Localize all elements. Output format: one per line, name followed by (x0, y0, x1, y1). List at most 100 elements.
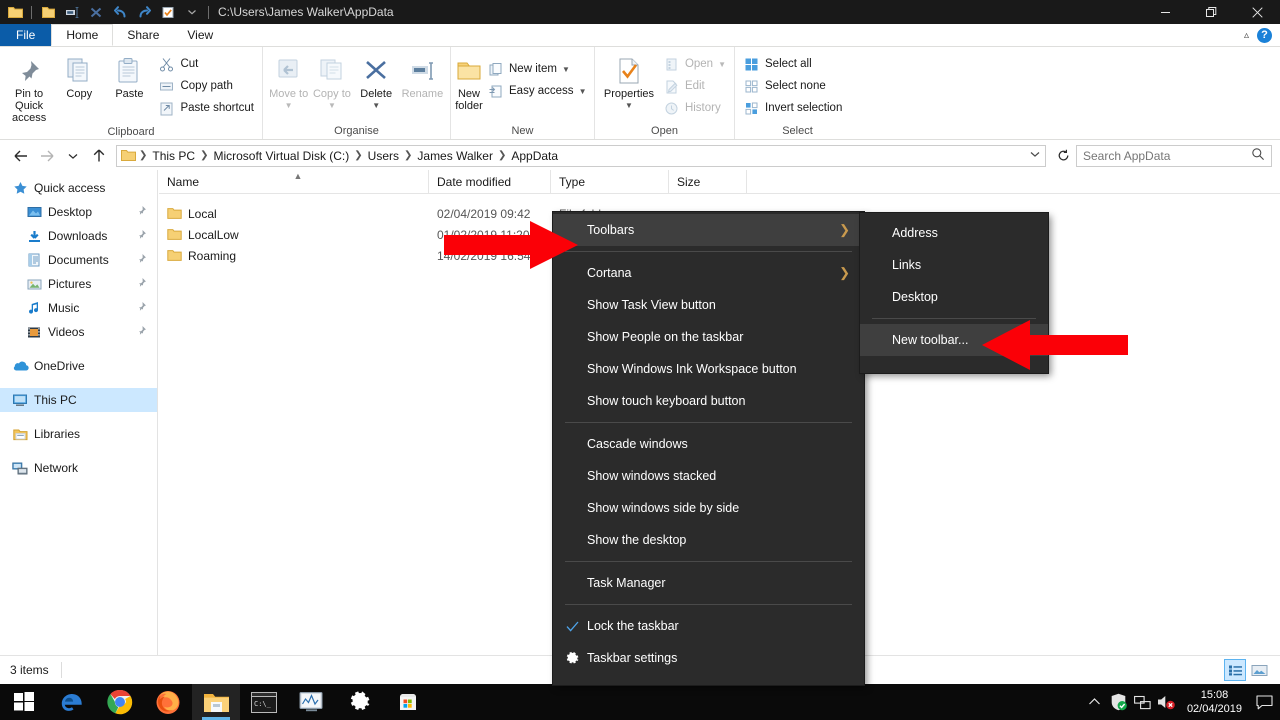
properties-icon[interactable] (37, 1, 59, 23)
rename-button[interactable]: Rename (399, 50, 446, 100)
copy-path-button[interactable]: Copy path (154, 75, 258, 97)
history-button[interactable]: History (659, 97, 730, 119)
forward-button[interactable] (34, 144, 60, 168)
delete-button[interactable]: Delete ▼ (354, 50, 399, 112)
context-menu-item-toolbars[interactable]: Toolbars ❯ (553, 214, 864, 246)
pin-icon[interactable] (136, 301, 147, 315)
paste-shortcut-button[interactable]: Paste shortcut (154, 97, 258, 119)
search-input[interactable]: Search AppData (1076, 145, 1272, 167)
column-header-date-modified[interactable]: Date modified (429, 170, 551, 194)
sidebar-item-desktop[interactable]: Desktop (0, 200, 157, 224)
taskbar-app-chrome[interactable] (96, 684, 144, 720)
context-menu-item-cascade-windows[interactable]: Cascade windows (553, 428, 864, 460)
minimize-button[interactable] (1142, 0, 1188, 24)
tab-file[interactable]: File (0, 24, 51, 46)
taskbar-app-task-manager[interactable] (288, 684, 336, 720)
sidebar-item-libraries[interactable]: Libraries (0, 422, 157, 446)
taskbar-app-microsoft-store[interactable] (384, 684, 432, 720)
sidebar-item-onedrive[interactable]: OneDrive (0, 354, 157, 378)
new-folder-icon[interactable] (61, 1, 83, 23)
copy-button[interactable]: Copy (54, 50, 104, 100)
sidebar-item-this-pc[interactable]: This PC (0, 388, 157, 412)
breadcrumb-this-pc[interactable]: This PC (148, 149, 199, 163)
chevron-down-icon[interactable] (1029, 148, 1041, 163)
chevron-down-icon[interactable]: ▼ (328, 100, 336, 112)
large-icons-view-button[interactable] (1248, 659, 1270, 681)
redo-icon[interactable] (133, 1, 155, 23)
navigation-pane[interactable]: Quick access Desktop Downloads Docume (0, 170, 158, 655)
breadcrumb-james-walker[interactable]: James Walker (413, 149, 497, 163)
taskbar-context-menu[interactable]: Toolbars ❯ Cortana ❯ Show Task View butt… (553, 212, 864, 685)
sidebar-item-music[interactable]: Music (0, 296, 157, 320)
context-menu-item-show-windows-ink-workspace-button[interactable]: Show Windows Ink Workspace button (553, 353, 864, 385)
open-button[interactable]: Open ▼ (659, 53, 730, 75)
sidebar-item-documents[interactable]: Documents (0, 248, 157, 272)
context-menu-item-cortana[interactable]: Cortana ❯ (553, 257, 864, 289)
search-icon[interactable] (1251, 147, 1265, 164)
copy-to-button[interactable]: Copy to ▼ (310, 50, 353, 112)
windows-defender-shield-icon[interactable] (1107, 684, 1131, 720)
taskbar-app-file-explorer[interactable] (192, 684, 240, 720)
taskbar-app-edge[interactable] (48, 684, 96, 720)
clock[interactable]: 15:08 02/04/2019 (1179, 684, 1250, 720)
context-menu-item-lock-the-taskbar[interactable]: Lock the taskbar (553, 610, 864, 642)
column-header-size[interactable]: Size (669, 170, 747, 194)
taskbar-app-settings[interactable] (336, 684, 384, 720)
context-menu-item-show-touch-keyboard-button[interactable]: Show touch keyboard button (553, 385, 864, 417)
paste-button[interactable]: Paste (104, 50, 154, 100)
column-header-name[interactable]: ▲ Name (159, 170, 429, 194)
tab-view[interactable]: View (173, 24, 227, 46)
customize-qat-icon[interactable] (181, 1, 203, 23)
context-menu-item-show-task-view-button[interactable]: Show Task View button (553, 289, 864, 321)
pin-icon[interactable] (136, 253, 147, 267)
pin-icon[interactable] (136, 325, 147, 339)
address-field[interactable]: ❯ This PC ❯ Microsoft Virtual Disk (C:) … (116, 145, 1046, 167)
back-button[interactable] (8, 144, 34, 168)
tab-home[interactable]: Home (51, 24, 113, 46)
restore-button[interactable] (1188, 0, 1234, 24)
help-icon[interactable]: ? (1257, 28, 1272, 43)
context-menu-item-taskbar-settings[interactable]: Taskbar settings (553, 642, 864, 674)
select-all-button[interactable]: Select all (739, 53, 846, 75)
breadcrumb-appdata[interactable]: AppData (507, 149, 562, 163)
submenu-item-links[interactable]: Links (860, 249, 1048, 281)
chevron-down-icon[interactable]: ▼ (285, 100, 293, 112)
sidebar-item-downloads[interactable]: Downloads (0, 224, 157, 248)
properties-button[interactable]: Properties ▼ (599, 50, 659, 112)
sidebar-item-quick-access[interactable]: Quick access (0, 176, 157, 200)
sidebar-item-videos[interactable]: Videos (0, 320, 157, 344)
chevron-down-icon[interactable]: ▼ (625, 100, 633, 112)
cut-button[interactable]: Cut (154, 53, 258, 75)
pin-icon[interactable] (136, 229, 147, 243)
context-menu-item-show-people-on-the-taskbar[interactable]: Show People on the taskbar (553, 321, 864, 353)
submenu-item-address[interactable]: Address (860, 217, 1048, 249)
context-menu-item-show-the-desktop[interactable]: Show the desktop (553, 524, 864, 556)
taskbar[interactable]: C:\_ (0, 684, 1280, 720)
context-menu-item-show-windows-stacked[interactable]: Show windows stacked (553, 460, 864, 492)
sidebar-item-network[interactable]: Network (0, 456, 157, 480)
details-view-button[interactable] (1224, 659, 1246, 681)
new-folder-button[interactable]: New folder (455, 50, 483, 112)
breadcrumb-users[interactable]: Users (364, 149, 403, 163)
rename-icon[interactable] (157, 1, 179, 23)
folder-icon[interactable] (4, 1, 26, 23)
tab-share[interactable]: Share (113, 24, 173, 46)
move-to-button[interactable]: Move to ▼ (267, 50, 310, 112)
chevron-down-icon[interactable]: ▼ (718, 60, 726, 69)
chevron-up-icon[interactable]: ▵ (1244, 30, 1249, 41)
action-center-button[interactable] (1250, 684, 1278, 720)
start-button[interactable] (0, 684, 48, 720)
edit-button[interactable]: Edit (659, 75, 730, 97)
select-none-button[interactable]: Select none (739, 75, 846, 97)
delete-icon[interactable] (85, 1, 107, 23)
pin-to-quick-access-button[interactable]: Pin to Quick access (4, 50, 54, 124)
new-item-button[interactable]: New item ▼ (483, 58, 590, 80)
submenu-item-desktop[interactable]: Desktop (860, 281, 1048, 313)
taskbar-app-firefox[interactable] (144, 684, 192, 720)
refresh-button[interactable] (1050, 144, 1076, 168)
pin-icon[interactable] (136, 205, 147, 219)
column-header-type[interactable]: Type (551, 170, 669, 194)
undo-icon[interactable] (109, 1, 131, 23)
invert-selection-button[interactable]: Invert selection (739, 97, 846, 119)
taskbar-app-command-prompt[interactable]: C:\_ (240, 684, 288, 720)
